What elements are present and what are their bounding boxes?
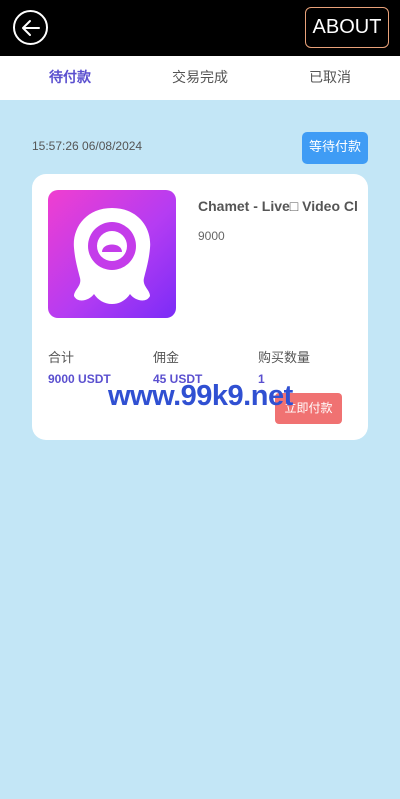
arrow-left-icon [22,20,40,36]
order-timestamp: 15:57:26 06/08/2024 [32,139,143,153]
order-tabs: 待付款 交易完成 已取消 [0,56,400,100]
quantity-label: 购买数量 [258,351,311,366]
octopus-logo-icon [73,208,151,304]
total-value: 9000 USDT [48,372,111,386]
product-price: 9000 [198,229,225,243]
app-icon [48,190,176,318]
total-label: 合计 [48,351,75,366]
watermark: www.99k9.net [108,380,293,412]
tab-cancelled[interactable]: 已取消 [280,56,380,100]
tab-pending-payment[interactable]: 待付款 [20,56,120,100]
commission-label: 佣金 [153,351,180,366]
about-button[interactable]: ABOUT [305,7,389,48]
tab-completed[interactable]: 交易完成 [150,56,250,100]
product-name[interactable]: Chamet - Live□ Video Cl [198,198,358,214]
status-badge[interactable]: 等待付款 [302,132,368,164]
back-button[interactable] [13,10,48,45]
top-bar: ABOUT [0,0,400,56]
